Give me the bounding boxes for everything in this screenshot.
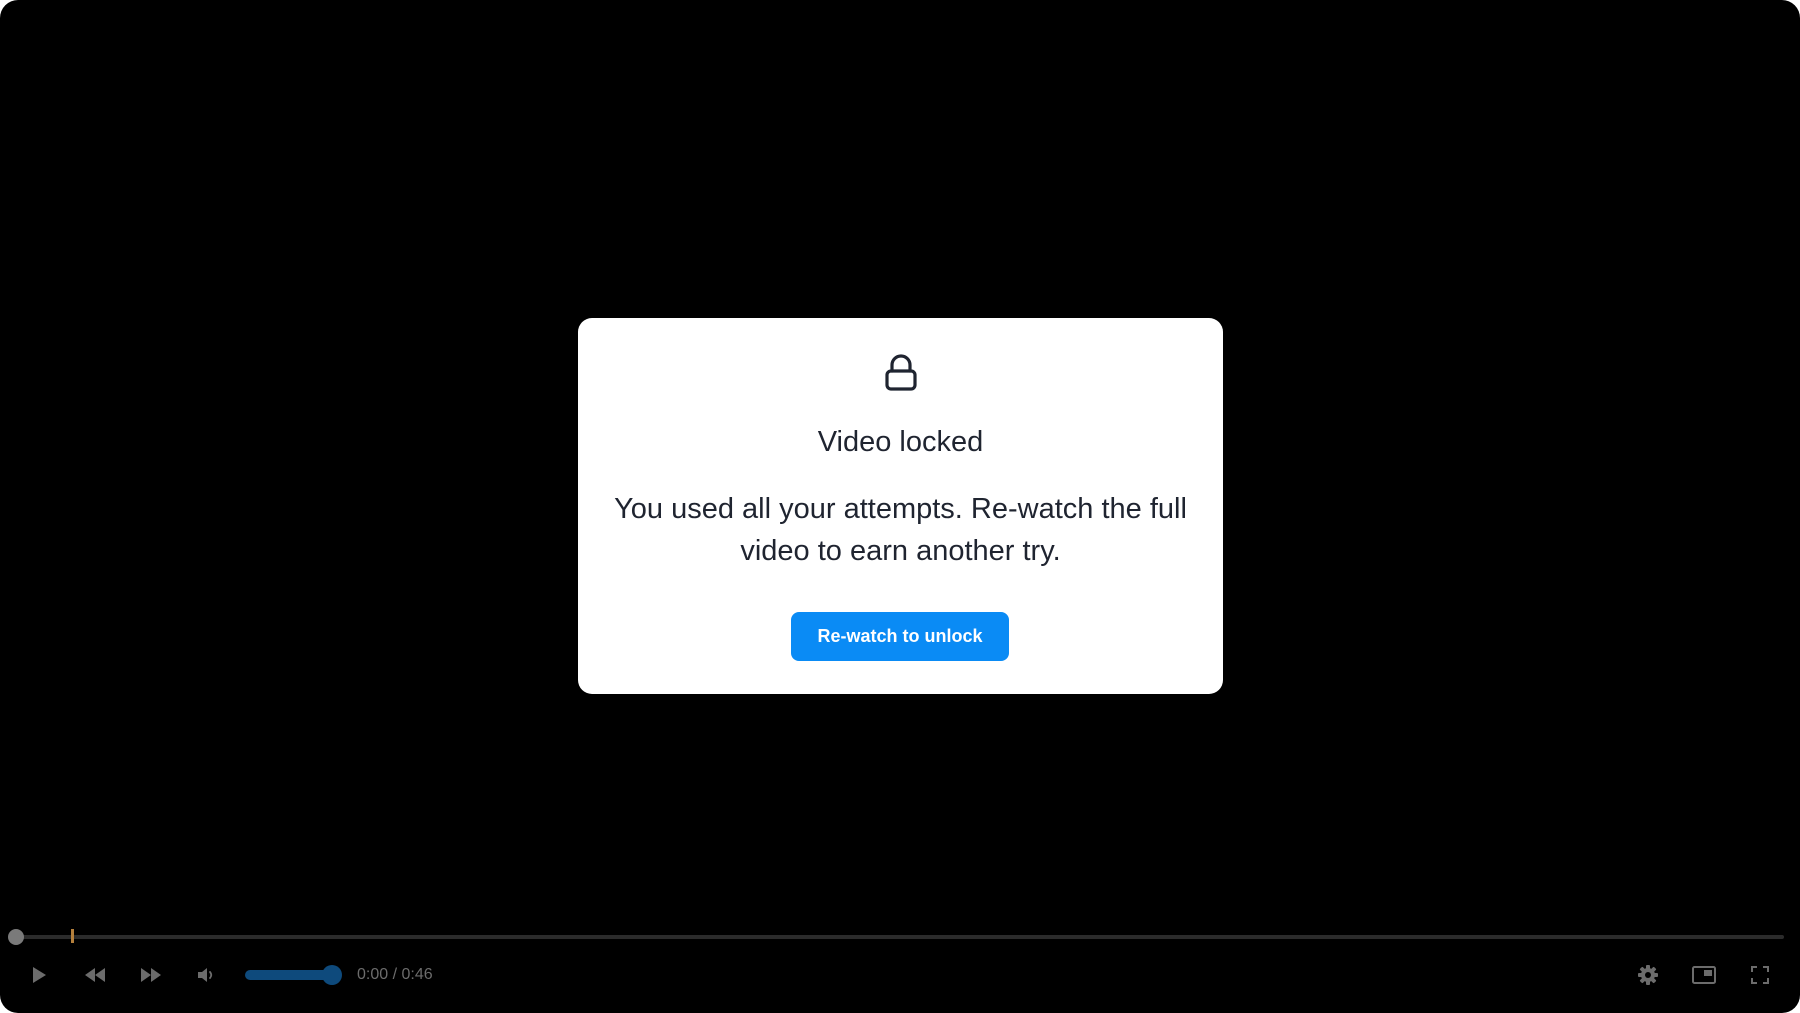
time-separator: / xyxy=(388,966,402,983)
gear-icon xyxy=(1638,965,1658,985)
rewind-button[interactable] xyxy=(82,962,108,988)
fast-forward-button[interactable] xyxy=(138,962,164,988)
rewatch-to-unlock-button[interactable]: Re-watch to unlock xyxy=(791,612,1009,661)
lock-icon xyxy=(884,354,917,391)
seek-marker xyxy=(71,929,74,943)
fullscreen-icon xyxy=(1751,966,1769,984)
fast-forward-icon xyxy=(141,968,161,982)
video-player[interactable]: Video locked You used all your attempts.… xyxy=(0,0,1800,1013)
picture-in-picture-button[interactable] xyxy=(1691,962,1717,988)
seek-handle[interactable] xyxy=(8,929,24,945)
dialog-title: Video locked xyxy=(817,426,984,458)
duration: 0:46 xyxy=(401,966,433,983)
picture-in-picture-icon xyxy=(1692,966,1716,984)
time-display: 0:00 / 0:46 xyxy=(357,965,433,985)
volume-icon xyxy=(198,968,213,982)
volume-handle[interactable] xyxy=(322,965,342,985)
volume-slider[interactable] xyxy=(245,970,333,980)
fullscreen-button[interactable] xyxy=(1747,962,1773,988)
video-locked-dialog: Video locked You used all your attempts.… xyxy=(578,318,1223,694)
seek-bar[interactable] xyxy=(14,935,1784,939)
settings-button[interactable] xyxy=(1635,962,1661,988)
rewind-icon xyxy=(85,968,105,982)
mute-button[interactable] xyxy=(193,962,219,988)
play-icon xyxy=(33,967,46,983)
play-button[interactable] xyxy=(26,962,52,988)
current-time: 0:00 xyxy=(357,966,389,983)
dialog-message: You used all your attempts. Re-watch the… xyxy=(614,493,1187,567)
